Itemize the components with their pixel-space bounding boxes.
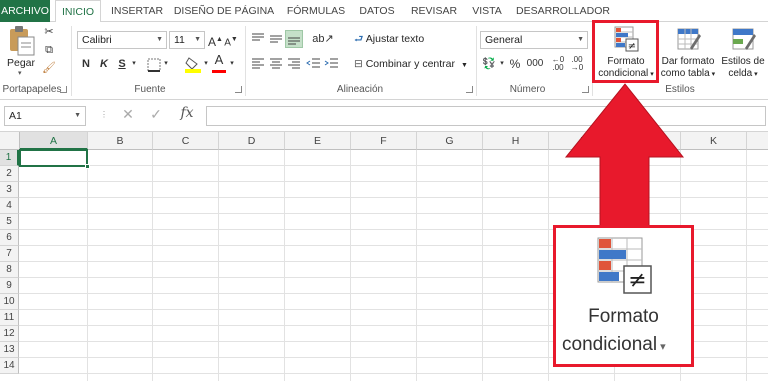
zoom-label-line2-text: condicional: [562, 334, 658, 355]
svg-text:≠: ≠: [628, 268, 646, 293]
chevron-down-icon: ▾: [657, 341, 666, 353]
zoom-label-line2: condicional ▾: [562, 334, 692, 356]
conditional-format-zoom-icon: ≠: [597, 237, 652, 294]
zoom-callout: ≠ Formato condicional ▾: [553, 225, 694, 367]
zoom-label-line1: Formato: [588, 306, 659, 327]
